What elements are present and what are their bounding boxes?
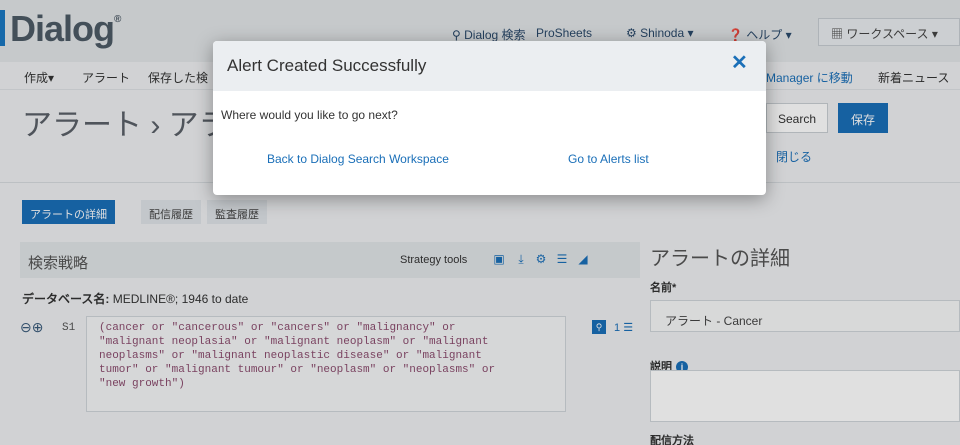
close-icon[interactable]: ✕: [731, 50, 748, 75]
go-to-alerts-link[interactable]: Go to Alerts list: [568, 152, 649, 166]
back-to-workspace-link[interactable]: Back to Dialog Search Workspace: [267, 152, 449, 166]
alert-created-modal: Alert Created Successfully ✕ Where would…: [213, 41, 766, 195]
modal-header: Alert Created Successfully ✕: [213, 41, 766, 91]
modal-title: Alert Created Successfully: [227, 56, 427, 75]
modal-question: Where would you like to go next?: [221, 108, 398, 122]
alert-page: Dialog® ⚲ Dialog 検索 ProSheets ⚙ Shinoda …: [0, 0, 960, 445]
